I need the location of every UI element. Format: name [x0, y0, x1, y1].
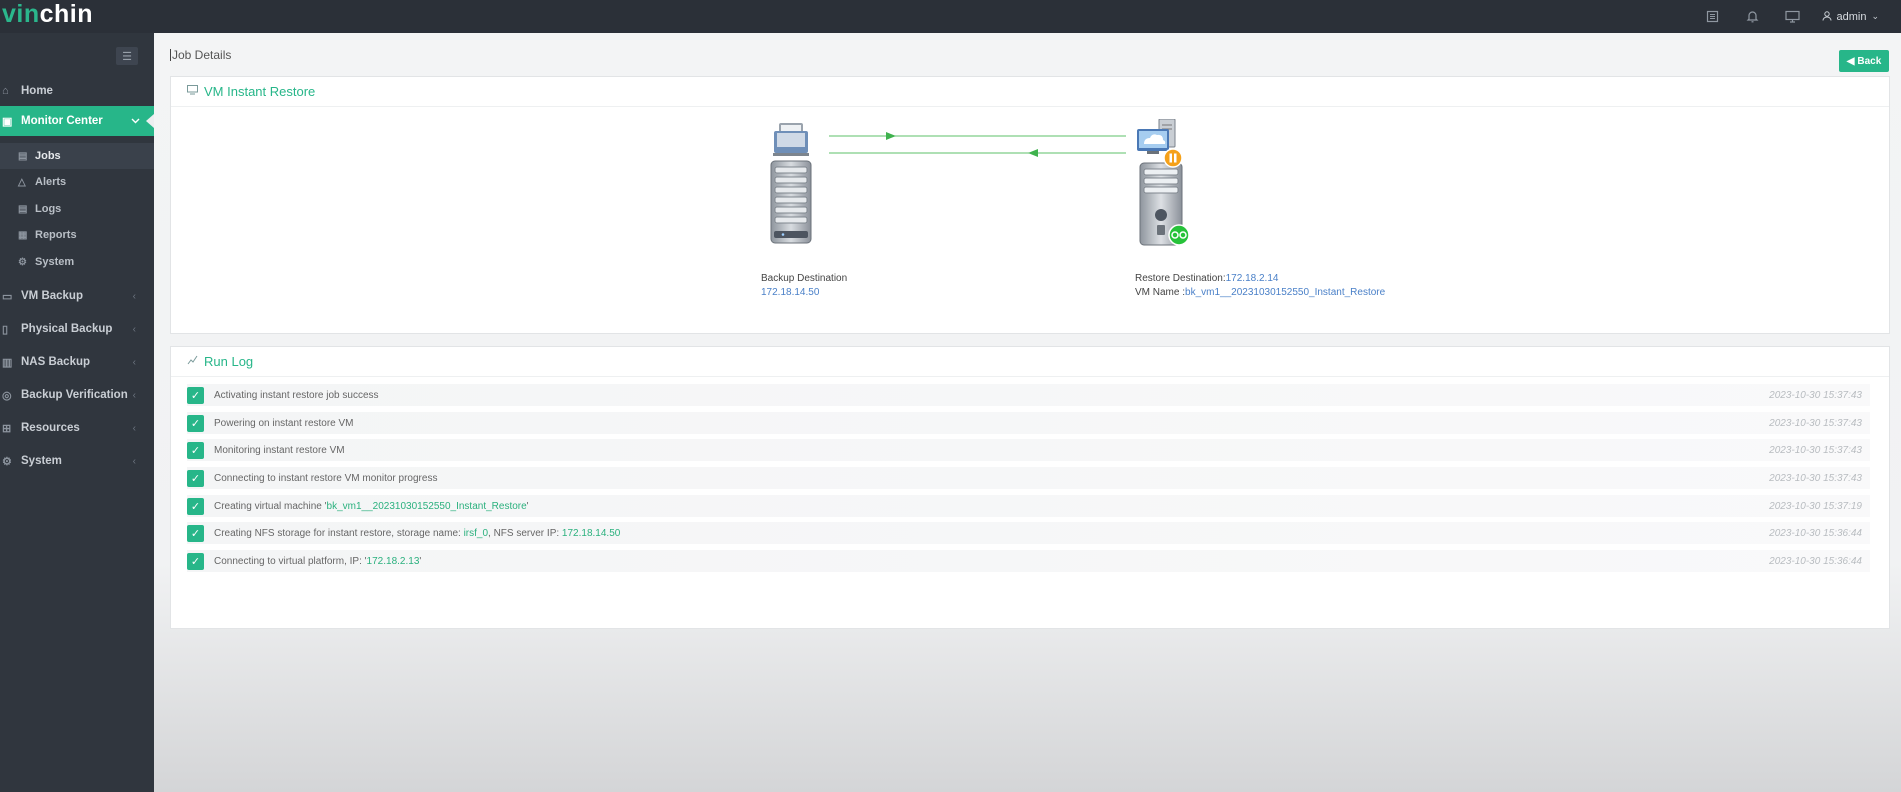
panel-header: VM Instant Restore [171, 77, 1889, 107]
document-icon: ▤ [18, 203, 28, 215]
vm-icon: ▭ [2, 290, 13, 303]
chevron-left-icon: ‹ [132, 422, 136, 434]
home-icon: ⌂ [2, 85, 9, 97]
page-title: Job Details [170, 48, 232, 62]
monitor-icon: ▣ [2, 115, 13, 128]
chevron-down-icon: ⌄ [1871, 11, 1879, 21]
verify-icon: ◎ [2, 389, 12, 402]
sidebar-item-system[interactable]: ⚙ System ‹ [0, 446, 154, 476]
restore-destination: Restore Destination:172.18.2.14 [1135, 273, 1279, 284]
log-message: Creating virtual machine 'bk_vm1__202310… [214, 500, 529, 512]
log-row: ✓ Creating NFS storage for instant resto… [187, 522, 1870, 544]
sidebar-item-physical-backup[interactable]: ▯ Physical Backup ‹ [0, 314, 154, 344]
log-timestamp: 2023-10-30 15:37:43 [1769, 417, 1862, 429]
check-icon: ✓ [187, 552, 204, 570]
sidebar-sub-logs[interactable]: ▤ Logs [0, 196, 154, 222]
sidebar-item-resources[interactable]: ⊞ Resources ‹ [0, 413, 154, 443]
main-content: Job Details ◀ Back VM Instant Restore Ba… [154, 33, 1901, 792]
log-timestamp: 2023-10-30 15:37:43 [1769, 444, 1862, 456]
desktop-icon[interactable] [1772, 0, 1812, 33]
bell-icon: △ [18, 176, 26, 188]
log-message: Monitoring instant restore VM [214, 444, 345, 456]
clipboard-icon[interactable] [1692, 0, 1732, 33]
vm-name: VM Name :bk_vm1__20231030152550_Instant_… [1135, 287, 1386, 298]
check-icon: ✓ [187, 386, 204, 404]
log-message: Powering on instant restore VM [214, 417, 354, 429]
grid-icon: ⊞ [2, 422, 12, 435]
restore-diagram: Backup Destination 172.18.14.50 Restore … [171, 107, 1889, 333]
nas-icon: ▥ [2, 356, 13, 369]
vinchin-logo[interactable]: vinchin [2, 0, 93, 30]
run-log-panel: Run Log ✓ Activating instant restore job… [170, 346, 1890, 629]
username: admin [1836, 10, 1867, 23]
check-icon: ✓ [187, 414, 204, 432]
sidebar-sub-reports[interactable]: ▦ Reports [0, 222, 154, 248]
sidebar-item-monitor-center[interactable]: ▣ Monitor Center [0, 106, 154, 136]
sidebar-sub-alerts[interactable]: △ Alerts [0, 169, 154, 195]
log-row: ✓ Monitoring instant restore VM 2023-10-… [187, 439, 1870, 461]
report-icon: ▦ [18, 229, 28, 241]
check-icon: ✓ [187, 497, 204, 515]
log-message: Connecting to instant restore VM monitor… [214, 472, 438, 484]
backup-destination-label: Backup Destination [761, 273, 848, 284]
log-timestamp: 2023-10-30 15:37:43 [1769, 472, 1862, 484]
monitor-icon [187, 85, 198, 98]
bell-icon[interactable] [1732, 0, 1772, 33]
data-flow-arrows [829, 132, 1126, 157]
sidebar-item-home[interactable]: ⌂ Home [0, 76, 154, 106]
log-message: Creating NFS storage for instant restore… [214, 527, 621, 539]
sidebar-item-vm-backup[interactable]: ▭ VM Backup ‹ [0, 281, 154, 311]
log-row: ✓ Connecting to virtual platform, IP: '1… [187, 550, 1870, 572]
log-message: Connecting to virtual platform, IP: '172… [214, 555, 422, 567]
chevron-down-icon [131, 116, 140, 127]
chevron-left-icon: ‹ [132, 356, 136, 368]
log-timestamp: 2023-10-30 15:37:19 [1769, 500, 1862, 512]
panel-header: Run Log [171, 347, 1889, 377]
log-row: ✓ Powering on instant restore VM 2023-10… [187, 412, 1870, 434]
log-row: ✓ Creating virtual machine 'bk_vm1__2023… [187, 495, 1870, 517]
sidebar-toggle-button[interactable]: ☰ [116, 47, 138, 65]
chevron-left-icon: ‹ [132, 290, 136, 302]
log-row: ✓ Connecting to instant restore VM monit… [187, 467, 1870, 489]
log-row: ✓ Activating instant restore job success… [187, 384, 1870, 406]
user-menu[interactable]: admin ⌄ [1812, 0, 1901, 33]
backup-server-icon [770, 123, 812, 244]
user-icon [1822, 10, 1832, 24]
check-icon: ✓ [187, 469, 204, 487]
sidebar-sub-jobs[interactable]: ▤ Jobs [0, 143, 154, 169]
top-actions: admin ⌄ [1692, 0, 1901, 33]
gear-icon: ⚙ [2, 455, 12, 468]
arrow-left-icon: ◀ [1846, 55, 1855, 67]
sidebar-item-backup-verification[interactable]: ◎ Backup Verification ‹ [0, 380, 154, 410]
log-icon [187, 355, 198, 368]
sidebar-sub-system[interactable]: ⚙ System [0, 249, 154, 275]
list-icon: ▤ [18, 150, 28, 162]
log-timestamp: 2023-10-30 15:36:44 [1769, 555, 1862, 567]
chevron-left-icon: ‹ [132, 389, 136, 401]
chevron-left-icon: ‹ [132, 323, 136, 335]
top-bar: vinchin admin ⌄ [0, 0, 1901, 33]
active-indicator [146, 114, 154, 128]
check-icon: ✓ [187, 441, 204, 459]
check-icon: ✓ [187, 524, 204, 542]
chevron-left-icon: ‹ [132, 455, 136, 467]
vm-instant-restore-panel: VM Instant Restore Backup Destination 17… [170, 76, 1890, 334]
log-timestamp: 2023-10-30 15:36:44 [1769, 527, 1862, 539]
sidebar: ☰ ⌂ Home ▣ Monitor Center ▤ Jobs △ Alert… [0, 33, 154, 792]
log-message: Activating instant restore job success [214, 389, 379, 401]
gear-icon: ⚙ [18, 256, 27, 268]
back-button[interactable]: ◀ Back [1839, 50, 1889, 72]
restore-host-icon [1137, 119, 1190, 246]
server-icon: ▯ [2, 323, 9, 336]
sidebar-item-nas-backup[interactable]: ▥ NAS Backup ‹ [0, 347, 154, 377]
backup-destination-ip: 172.18.14.50 [761, 287, 820, 298]
log-timestamp: 2023-10-30 15:37:43 [1769, 389, 1862, 401]
